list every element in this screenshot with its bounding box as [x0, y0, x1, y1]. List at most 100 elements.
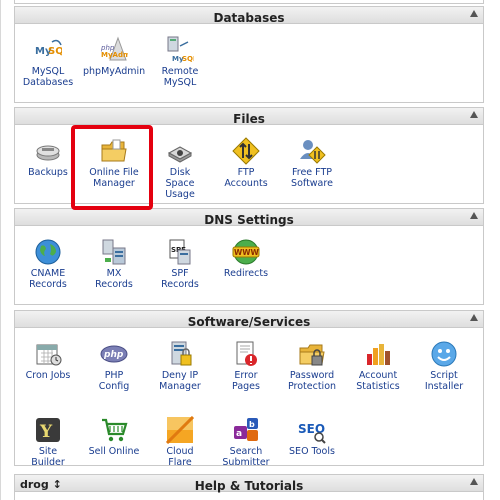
drag-label: drog	[20, 478, 49, 491]
item-ftp-accounts[interactable]: FTP Accounts	[215, 137, 277, 189]
svg-text:a: a	[236, 429, 242, 439]
panel-title-help: Help & Tutorials	[194, 479, 304, 493]
deny-ip-icon	[171, 341, 192, 366]
item-label: Script Installer	[424, 370, 464, 392]
collapse-files-button[interactable]	[470, 111, 478, 118]
panel-header-help: Help & Tutorials	[15, 475, 483, 493]
item-remote-mysql[interactable]: My SQL Remote MySQL	[149, 36, 211, 88]
panel-files: Files Backups Online File Manager Disk S…	[14, 107, 484, 204]
password-folder-icon	[299, 344, 325, 366]
svg-text:b: b	[249, 420, 255, 429]
svg-text:MyAdmin: MyAdmin	[101, 51, 128, 59]
panel-help-tutorials: Help & Tutorials	[14, 474, 484, 500]
item-mx-records[interactable]: MX Records	[83, 238, 145, 290]
item-spf-records[interactable]: SPF SPF Records	[149, 238, 211, 290]
svg-text:WWW: WWW	[234, 248, 260, 257]
spf-icon: SPF	[169, 239, 191, 265]
php-icon: php	[100, 345, 128, 363]
globe-icon	[35, 239, 61, 265]
item-redirects[interactable]: WWW Redirects	[215, 238, 277, 279]
item-label: Error Pages	[232, 370, 260, 392]
ftp-icon	[232, 137, 260, 165]
item-cron-jobs[interactable]: Cron Jobs	[17, 340, 79, 381]
shopping-cart-icon	[102, 418, 128, 442]
search-submitter-icon: a b	[234, 418, 258, 441]
remote-mysql-icon: My SQL	[167, 36, 194, 63]
files-items: Backups Online File Manager Disk Space U…	[15, 125, 483, 220]
item-error-pages[interactable]: Error Pages	[215, 340, 277, 392]
top-panel-edge	[14, 0, 484, 4]
item-php-config[interactable]: php PHP Config	[83, 340, 145, 392]
panel-header-files: Files	[15, 108, 483, 126]
dns-items: CNAME Records MX Records SPF SPF Records	[15, 226, 483, 321]
panel-header-dns: DNS Settings	[15, 209, 483, 227]
ftp-software-icon	[300, 140, 326, 164]
mysql-icon: My SQL	[35, 39, 62, 57]
item-free-ftp-software[interactable]: Free FTP Software	[281, 137, 343, 189]
item-label: PHP Config	[98, 370, 130, 392]
item-phpmyadmin[interactable]: php MyAdmin phpMyAdmin	[83, 36, 145, 77]
seo-icon: SEO	[298, 422, 326, 444]
panel-title-files: Files	[233, 112, 265, 126]
collapse-help-button[interactable]	[470, 478, 478, 485]
calendar-icon	[36, 344, 62, 366]
item-label: Remote MySQL	[161, 66, 199, 88]
item-online-file-manager[interactable]: Online File Manager	[83, 137, 145, 189]
item-search-submitter[interactable]: a b Search Submitter	[215, 416, 277, 468]
software-items: Cron Jobs php PHP Config Deny IP Manager	[15, 328, 483, 482]
svg-text:SQL: SQL	[48, 46, 62, 57]
panel-software-services: Software/Services Cron Jobs php PHP Conf…	[14, 310, 484, 468]
item-label: Search Submitter	[222, 446, 270, 468]
item-label: Password Protection	[287, 370, 337, 392]
svg-text:SQL: SQL	[182, 55, 194, 63]
item-label: SEO Tools	[289, 446, 335, 457]
item-label: MySQL Databases	[22, 66, 74, 88]
item-label: phpMyAdmin	[83, 66, 146, 77]
item-disk-space-usage[interactable]: Disk Space Usage	[149, 137, 211, 200]
item-label: Account Statistics	[356, 370, 400, 392]
item-mysql-databases[interactable]: My SQL MySQL Databases	[17, 36, 79, 88]
databases-items: My SQL MySQL Databases php MyAdmin phpMy…	[15, 24, 483, 119]
item-deny-ip-manager[interactable]: Deny IP Manager	[149, 340, 211, 392]
item-cloud-flare[interactable]: Cloud Flare	[149, 416, 211, 468]
panel-title-dns: DNS Settings	[204, 213, 294, 227]
collapse-databases-button[interactable]	[470, 10, 478, 17]
item-label: Site Builder	[31, 446, 65, 468]
item-label: Free FTP Software	[291, 167, 333, 189]
item-site-builder[interactable]: Y Site Builder	[17, 416, 79, 468]
item-label: FTP Accounts	[224, 167, 268, 189]
panel-databases: Databases My SQL MySQL Databases php MyA…	[14, 6, 484, 103]
phpmyadmin-icon: php MyAdmin	[100, 36, 128, 61]
item-label: Disk Space Usage	[165, 167, 195, 200]
item-label: MX Records	[95, 268, 133, 290]
item-script-installer[interactable]: Script Installer	[413, 340, 475, 392]
folder-icon	[101, 139, 127, 162]
item-password-protection[interactable]: Password Protection	[281, 340, 343, 392]
panel-dns-settings: DNS Settings CNAME Records MX Records SP…	[14, 208, 484, 305]
item-label: Cloud Flare	[166, 446, 194, 468]
panel-header-software: Software/Services	[15, 311, 483, 329]
item-label: Backups	[28, 167, 68, 178]
collapse-software-button[interactable]	[470, 314, 478, 321]
panel-header-databases: Databases	[15, 7, 483, 25]
script-installer-icon	[431, 341, 457, 367]
svg-text:php: php	[103, 350, 124, 360]
item-account-statistics[interactable]: Account Statistics	[347, 340, 409, 392]
drag-handle[interactable]: drog ↕	[20, 478, 62, 491]
backups-icon	[36, 145, 60, 161]
panel-title-software: Software/Services	[187, 315, 311, 329]
www-icon: WWW	[232, 239, 260, 265]
item-label: CNAME Records	[29, 268, 67, 290]
item-cname-records[interactable]: CNAME Records	[17, 238, 79, 290]
item-label: Cron Jobs	[25, 370, 71, 381]
item-label: Sell Online	[88, 446, 140, 457]
site-builder-icon: Y	[36, 418, 60, 442]
item-backups[interactable]: Backups	[17, 137, 79, 178]
disk-icon	[167, 146, 193, 163]
collapse-dns-button[interactable]	[470, 212, 478, 219]
panel-title-databases: Databases	[213, 11, 285, 25]
drag-arrow-icon: ↕	[52, 478, 62, 491]
statistics-icon	[367, 344, 390, 365]
item-sell-online[interactable]: Sell Online	[83, 416, 145, 457]
item-seo-tools[interactable]: SEO SEO Tools	[281, 416, 343, 457]
